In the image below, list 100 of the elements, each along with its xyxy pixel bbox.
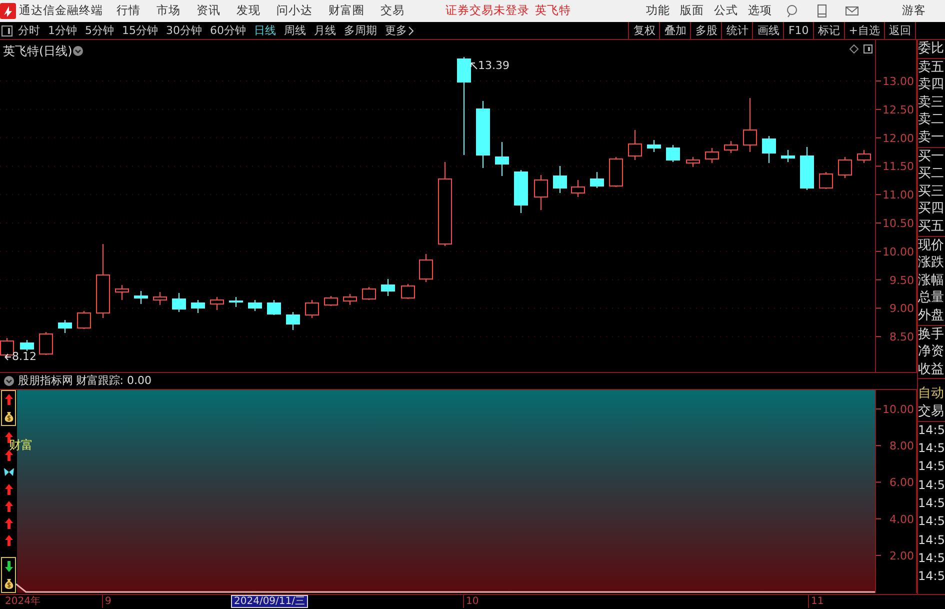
trade-time: 14:5 [918,513,945,530]
period-tab[interactable]: 月线 [310,22,340,38]
pointer-arrow-icon [470,62,478,70]
app-logo-icon [0,3,16,19]
candlestick [857,150,871,164]
quote-field-label: 卖五 [918,58,945,76]
candlestick [248,300,262,312]
toolbar-button[interactable]: +自选 [844,22,884,40]
quote-field-label: 买四 [918,200,945,218]
candlestick [0,338,14,358]
trade-time: 14:5 [918,532,945,549]
trade-time: 14:5 [918,495,945,512]
axis-date-label: 9 [102,595,114,608]
up-arrow-icon [4,517,14,530]
user-name[interactable]: 游客 [902,2,926,20]
menu-item[interactable]: 行情 [108,2,148,20]
price-label: 13.39 [478,58,510,74]
tool-menu[interactable]: 公式 [708,2,743,20]
axis-date-label: 2024/09/11/三 [231,595,308,608]
axis-date-label: 11 [808,595,826,608]
toolbar-button[interactable]: 统计 [721,22,752,40]
axis-tick-label: 12.00 [882,132,914,145]
menu-item[interactable]: 交易 [372,2,412,20]
menu-item[interactable]: 资讯 [188,2,228,20]
candlestick [819,172,833,190]
candlestick [553,166,567,194]
candlestick [800,146,814,190]
toolbar-button[interactable]: 画线 [752,22,784,40]
signal-label: 财富 [9,437,33,454]
period-tab[interactable]: 日线 [250,22,280,38]
period-tab[interactable]: 分时 [14,22,44,38]
toolbar-button[interactable]: 多股 [690,22,722,40]
toolbar-button[interactable]: F10 [783,22,813,40]
candlestick [20,340,34,352]
axis-tick-label: 10.00 [882,245,914,258]
menu-item[interactable]: 财富圈 [320,2,372,20]
quote-field-label: 卖三 [918,94,945,112]
axis-tick-label: 6.00 [890,476,914,490]
candlestick [686,156,700,168]
period-tab[interactable]: 15分钟 [118,22,162,38]
candlestick [724,140,738,154]
trade-time: 14:5 [918,440,945,458]
candlestick [77,310,91,330]
trade-time: 14:5 [918,476,945,494]
axis-tick-label: 8.00 [890,440,914,453]
toolbar-button[interactable]: 叠加 [659,22,690,40]
period-tab[interactable]: 5分钟 [81,22,118,38]
quote-field-label: 外盘 [918,306,945,324]
candlestick [571,180,585,198]
stock-name: 英飞特 [534,2,571,20]
indicator-reading: 财富跟踪: 0.00 [76,372,152,389]
tool-menu[interactable]: 功能 [640,2,675,20]
menu-item[interactable]: 发现 [228,2,268,20]
up-arrow-icon [4,449,14,462]
diamond-icon[interactable] [849,44,859,54]
quote-field-label: 买五 [918,218,945,236]
tool-menu[interactable]: 选项 [742,2,777,20]
candlestick [838,156,852,178]
more-button[interactable]: 更多 [381,22,419,38]
axis-tick-label: 2.00 [890,549,914,562]
mail-icon[interactable] [844,4,859,18]
axis-date-label: 2024年 [4,595,42,608]
panel-toggle-icon[interactable] [0,24,14,38]
price-label: 8.12 [12,349,36,365]
candlestick [286,312,300,330]
axis-tick-label: 11.50 [882,160,914,174]
chevron-circle-icon[interactable] [72,45,84,57]
menu-item[interactable]: 市场 [148,2,188,20]
quote-field-label: 买一 [918,148,945,166]
trade-time: 14:5 [918,550,945,567]
toolbar-button[interactable]: 复权 [628,22,660,40]
candlestick [609,156,623,188]
toolbar-button[interactable]: 标记 [812,22,844,40]
quote-field-label: 买三 [918,182,945,200]
tool-menu[interactable]: 版面 [674,2,709,20]
chart-caption: 英飞特(日线) [3,43,72,60]
quote-field-label: 卖一 [918,128,945,147]
up-arrow-icon [4,483,14,496]
candlestick [628,130,642,160]
phone-icon[interactable] [814,4,829,18]
chevron-circle-icon[interactable] [3,375,15,387]
toolbar-button[interactable]: 返回 [884,22,915,40]
period-tab[interactable]: 周线 [280,22,310,38]
period-tab[interactable]: 多周期 [340,22,381,38]
menu-item[interactable]: 问小达 [268,2,320,20]
candlestick [495,142,509,176]
quote-field-label: 委比 [918,40,945,58]
panel-toggle-icon[interactable] [863,44,873,54]
period-tab[interactable]: 30分钟 [162,22,206,38]
quote-field-label: 卖二 [918,111,945,129]
candlestick [267,300,281,316]
axis-tick-label: 10.00 [882,403,914,416]
candlestick [115,284,129,300]
app-title: 通达信金融终端 [18,2,103,20]
period-tab[interactable]: 60分钟 [206,22,250,38]
trade-title: 交易 [918,402,945,422]
candlestick [39,332,53,356]
trade-mode-label[interactable]: 自动 [918,385,945,403]
axis-date-label: 10 [463,595,481,608]
period-tab[interactable]: 1分钟 [44,22,81,38]
